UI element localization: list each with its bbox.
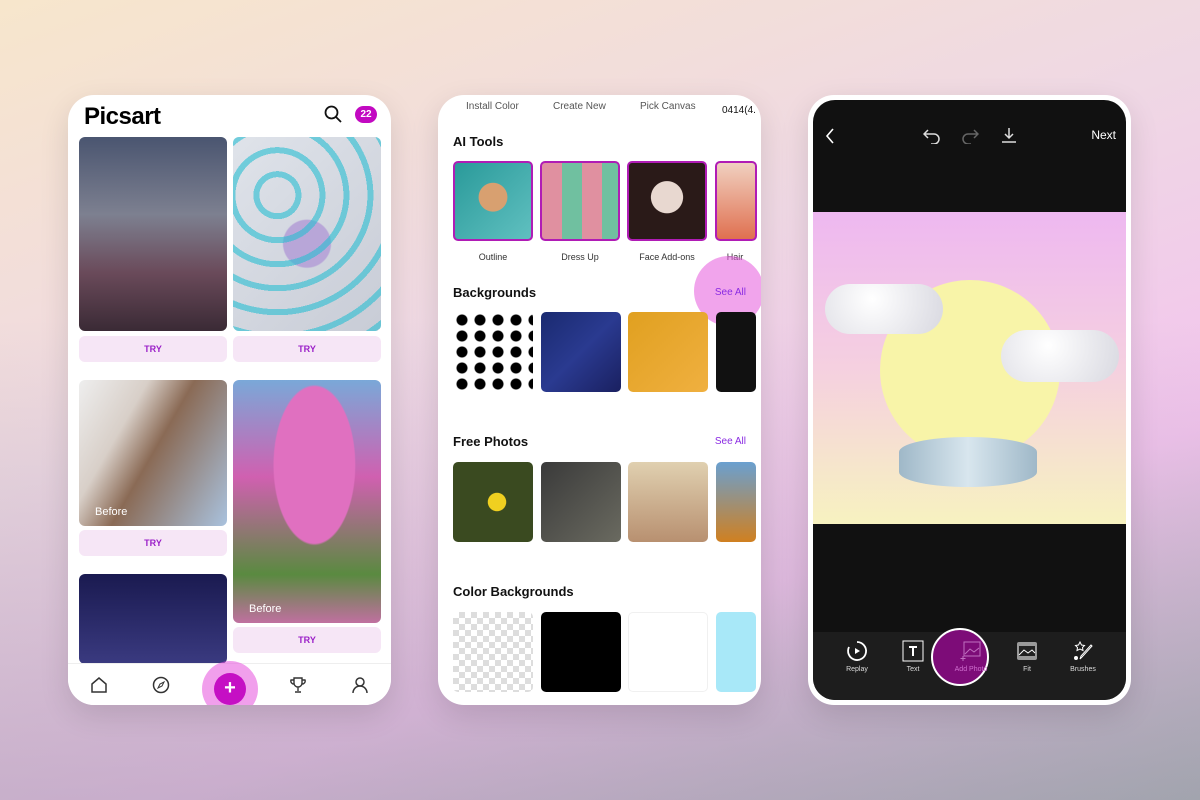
free-photo[interactable] [628, 462, 708, 542]
ai-tool-label: Outline [478, 252, 508, 262]
add-photo-icon [960, 641, 981, 661]
before-label: Before [249, 603, 282, 615]
free-photos-see-all[interactable]: See All [715, 436, 746, 447]
plus-icon: + [214, 673, 246, 705]
cloud-right [1001, 330, 1119, 382]
tool-label: Replay [846, 666, 868, 673]
editor-canvas[interactable] [813, 212, 1126, 524]
free-photo[interactable] [716, 462, 756, 542]
fit-tool[interactable]: Fit [997, 640, 1057, 673]
try-button[interactable]: TRY [233, 627, 381, 653]
ai-tool-outline[interactable] [453, 161, 533, 241]
color-tile-lightblue[interactable] [716, 612, 756, 692]
feed-image[interactable]: Before [79, 380, 227, 526]
tab-pick-canvas[interactable]: Pick Canvas [640, 101, 696, 112]
picsart-logo: Picsart [84, 103, 161, 130]
try-button[interactable]: TRY [79, 530, 227, 556]
background-tile[interactable] [541, 312, 621, 392]
editor-screen: Next Replay Text Add Photo Fit Brushes [813, 100, 1126, 700]
backgrounds-title: Backgrounds [453, 285, 537, 300]
tab-install-color[interactable]: Install Color [466, 101, 519, 112]
home-feed-phone: Picsart 22 TRY TRY Before TRY Before TRY… [68, 95, 391, 705]
try-button[interactable]: TRY [79, 336, 227, 362]
ai-tool-label: Dress Up [561, 252, 599, 262]
cloud-left [825, 284, 943, 334]
editor-phone: Next Replay Text Add Photo Fit Brushes [808, 95, 1131, 705]
free-photos-title: Free Photos [453, 434, 529, 449]
feed-image[interactable] [79, 574, 227, 664]
podium [899, 437, 1037, 487]
trophy-icon[interactable] [289, 676, 307, 694]
tool-label: Fit [1023, 666, 1031, 673]
search-icon[interactable] [324, 105, 342, 123]
feed-image[interactable] [79, 137, 227, 331]
back-icon[interactable] [825, 128, 835, 144]
replay-tool[interactable]: Replay [827, 640, 887, 673]
brushes-tool[interactable]: Brushes [1053, 640, 1113, 673]
ai-tool-hair[interactable] [715, 161, 757, 241]
text-icon [902, 640, 924, 662]
color-tile-transparent[interactable] [453, 612, 533, 692]
ai-tool-face-addons[interactable] [627, 161, 707, 241]
background-tile[interactable] [628, 312, 708, 392]
background-tile[interactable] [453, 312, 533, 392]
compass-icon[interactable] [152, 676, 170, 694]
feed-image[interactable]: Before [233, 380, 381, 623]
tab-partial[interactable]: 0414(4. [722, 105, 756, 116]
editor-toolbar: Replay Text Add Photo Fit Brushes [813, 628, 1126, 700]
backgrounds-see-all[interactable]: See All [715, 287, 746, 298]
fit-icon [1017, 642, 1037, 660]
profile-icon[interactable] [351, 676, 369, 694]
tool-label: Text [906, 666, 920, 673]
undo-icon[interactable] [923, 128, 941, 144]
redo-icon[interactable] [961, 128, 979, 144]
color-tile-black[interactable] [541, 612, 621, 692]
color-tile-white[interactable] [628, 612, 708, 692]
tab-create-new[interactable]: Create New [553, 101, 606, 112]
tool-label: Brushes [1070, 666, 1096, 673]
home-icon[interactable] [90, 676, 108, 694]
feed-image[interactable] [233, 137, 381, 331]
before-label: Before [95, 506, 128, 518]
add-photo-tool[interactable]: Add Photo [941, 640, 1001, 673]
free-photo[interactable] [541, 462, 621, 542]
free-photo[interactable] [453, 462, 533, 542]
download-icon[interactable] [1001, 127, 1017, 144]
color-backgrounds-title: Color Backgrounds [453, 584, 574, 599]
notification-badge[interactable]: 22 [355, 106, 377, 123]
ai-tools-title: AI Tools [453, 134, 504, 149]
create-phone: Install Color Create New Pick Canvas 041… [438, 95, 761, 705]
replay-icon [847, 641, 867, 661]
next-button[interactable]: Next [1091, 128, 1116, 142]
background-tile[interactable] [716, 312, 756, 392]
ai-tool-label: Face Add-ons [639, 252, 695, 262]
ai-tool-dress-up[interactable] [540, 161, 620, 241]
tool-label: Add Photo [954, 666, 988, 673]
try-button[interactable]: TRY [233, 336, 381, 362]
brushes-icon [1074, 640, 1093, 660]
